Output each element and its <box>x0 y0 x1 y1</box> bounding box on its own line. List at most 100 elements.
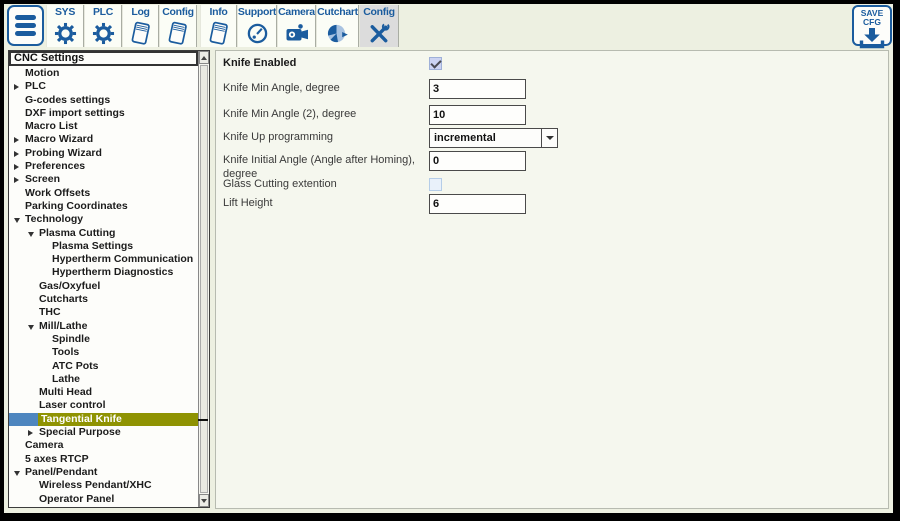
sidebar-item-gas-oxyfuel[interactable]: Gas/Oxyfuel <box>9 280 198 293</box>
sidebar-item-tools[interactable]: Tools <box>9 346 198 359</box>
sidebar-item-lathe[interactable]: Lathe <box>9 373 198 386</box>
sidebar-item-mill-lathe[interactable]: Mill/Lathe <box>9 320 198 333</box>
menu-icon <box>15 23 36 28</box>
dial-icon <box>246 19 269 47</box>
sidebar-item-operator-panel[interactable]: Operator Panel <box>9 493 198 506</box>
knife-min-angle-2-degree-input[interactable]: 10 <box>429 105 526 125</box>
sidebar-item-laser-control[interactable]: Laser control <box>9 399 198 412</box>
tree-item-label: Special Purpose <box>39 426 121 439</box>
sidebar-item-camera[interactable]: Camera <box>9 439 198 452</box>
scrollbar-thumb[interactable] <box>200 65 208 493</box>
tab-config2[interactable]: Config <box>359 5 399 47</box>
sidebar-item-dxf-import-settings[interactable]: DXF import settings <box>9 107 198 120</box>
menu-button[interactable] <box>7 5 44 46</box>
gear-icon <box>54 19 77 47</box>
tree-item-label: Tools <box>52 346 79 359</box>
tree-item-label: ATC Pots <box>52 360 98 373</box>
tree-item-label: Technology <box>25 213 83 226</box>
document-icon <box>166 19 190 47</box>
expand-arrow-icon[interactable] <box>14 164 19 170</box>
tree-item-label: Motion <box>25 67 59 80</box>
sidebar-item-macro-list[interactable]: Macro List <box>9 120 198 133</box>
tools-icon <box>367 19 391 47</box>
sidebar-item-thc[interactable]: THC <box>9 306 198 319</box>
field-label: Lift Height <box>223 197 429 211</box>
collapse-arrow-icon[interactable] <box>28 232 34 237</box>
piechart-icon <box>326 19 350 47</box>
sidebar-item-cutcharts[interactable]: Cutcharts <box>9 293 198 306</box>
sidebar-item-hypertherm-communication[interactable]: Hypertherm Communication <box>9 253 198 266</box>
expand-arrow-icon[interactable] <box>28 430 33 436</box>
sidebar-item-5-axes-rtcp[interactable]: 5 axes RTCP <box>9 453 198 466</box>
expand-arrow-icon[interactable] <box>14 151 19 157</box>
sidebar-item-probing-wizard[interactable]: Probing Wizard <box>9 147 198 160</box>
save-cfg-button[interactable]: SAVE CFG <box>852 5 892 46</box>
save-cfg-label-line2: CFG <box>863 18 881 27</box>
camera-icon <box>284 19 310 47</box>
tree-scrollbar[interactable] <box>198 51 209 507</box>
collapse-arrow-icon[interactable] <box>14 471 20 476</box>
knife-min-angle-degree-input[interactable]: 3 <box>429 79 526 99</box>
tree-item-label: Plasma Cutting <box>39 227 115 240</box>
tab-label: Support <box>238 6 276 19</box>
menu-icon <box>15 15 36 20</box>
toolbar: SYS PLC Log Config Info Support Camera C… <box>4 4 893 47</box>
tree-item-label: Plasma Settings <box>52 240 133 253</box>
field-label: Glass Cutting extention <box>223 178 429 192</box>
sidebar-item-plasma-cutting[interactable]: Plasma Cutting <box>9 227 198 240</box>
chevron-down-icon[interactable] <box>541 129 557 147</box>
tab-label: Info <box>209 6 227 19</box>
tab-info[interactable]: Info <box>200 5 237 47</box>
tree-item-label: Tangential Knife <box>41 413 122 426</box>
expand-arrow-icon[interactable] <box>14 84 19 90</box>
sidebar-item-panel-pendant[interactable]: Panel/Pendant <box>9 466 198 479</box>
sidebar-item-special-purpose[interactable]: Special Purpose <box>9 426 198 439</box>
sidebar-item-plc[interactable]: PLC <box>9 80 198 93</box>
sidebar-item-atc-pots[interactable]: ATC Pots <box>9 360 198 373</box>
tree-item-label: Cutcharts <box>39 293 88 306</box>
sidebar-item-screen[interactable]: Screen <box>9 173 198 186</box>
tree-item-label: DXF import settings <box>25 107 125 120</box>
tab-log[interactable]: Log <box>122 5 159 47</box>
scroll-up-button[interactable] <box>199 51 209 64</box>
sidebar-item-g-codes-settings[interactable]: G-codes settings <box>9 94 198 107</box>
sidebar-item-motion[interactable]: Motion <box>9 67 198 80</box>
tree-item-label: G-codes settings <box>25 94 110 107</box>
up-arrow-icon <box>201 56 207 60</box>
tab-sys[interactable]: SYS <box>46 5 84 47</box>
sidebar-item-work-offsets[interactable]: Work Offsets <box>9 187 198 200</box>
glass-cutting-extention-checkbox[interactable] <box>429 178 442 191</box>
sidebar-item-parking-coordinates[interactable]: Parking Coordinates <box>9 200 198 213</box>
tab-plc[interactable]: PLC <box>84 5 122 47</box>
tree-item-label: Lathe <box>52 373 80 386</box>
sidebar-item-preferences[interactable]: Preferences <box>9 160 198 173</box>
knife-up-programming-select[interactable]: incremental <box>429 128 558 148</box>
tab-label: SYS <box>55 6 75 19</box>
collapse-arrow-icon[interactable] <box>14 218 20 223</box>
tab-config[interactable]: Config <box>159 5 197 47</box>
sidebar-item-spindle[interactable]: Spindle <box>9 333 198 346</box>
tab-support[interactable]: Support <box>237 5 277 47</box>
expand-arrow-icon[interactable] <box>14 137 19 143</box>
tree-item-label: Panel/Pendant <box>25 466 97 479</box>
scroll-down-button[interactable] <box>199 494 209 507</box>
knife-initial-angle-angle-after-homing-degree-input[interactable]: 0 <box>429 151 526 171</box>
sidebar-item-multi-head[interactable]: Multi Head <box>9 386 198 399</box>
collapse-arrow-icon[interactable] <box>28 325 34 330</box>
down-arrow-icon <box>201 499 207 503</box>
tab-label: Config <box>363 6 394 19</box>
sidebar-item-plasma-settings[interactable]: Plasma Settings <box>9 240 198 253</box>
sidebar-item-hypertherm-diagnostics[interactable]: Hypertherm Diagnostics <box>9 266 198 279</box>
sidebar-item-tangential-knife[interactable]: Tangential Knife <box>9 413 198 426</box>
knife-enabled-checkbox[interactable] <box>429 57 442 70</box>
tree-item-label: Screen <box>25 173 60 186</box>
tab-label: Camera <box>278 6 315 19</box>
expand-arrow-icon[interactable] <box>14 177 19 183</box>
lift-height-input[interactable]: 6 <box>429 194 526 214</box>
sidebar-item-macro-wizard[interactable]: Macro Wizard <box>9 133 198 146</box>
tab-camera[interactable]: Camera <box>277 5 316 47</box>
sidebar-item-technology[interactable]: Technology <box>9 213 198 226</box>
tree-item-label: Probing Wizard <box>25 147 102 160</box>
tab-cutchart[interactable]: Cutchart <box>316 5 359 47</box>
sidebar-item-wireless-pendant-xhc[interactable]: Wireless Pendant/XHC <box>9 479 198 492</box>
